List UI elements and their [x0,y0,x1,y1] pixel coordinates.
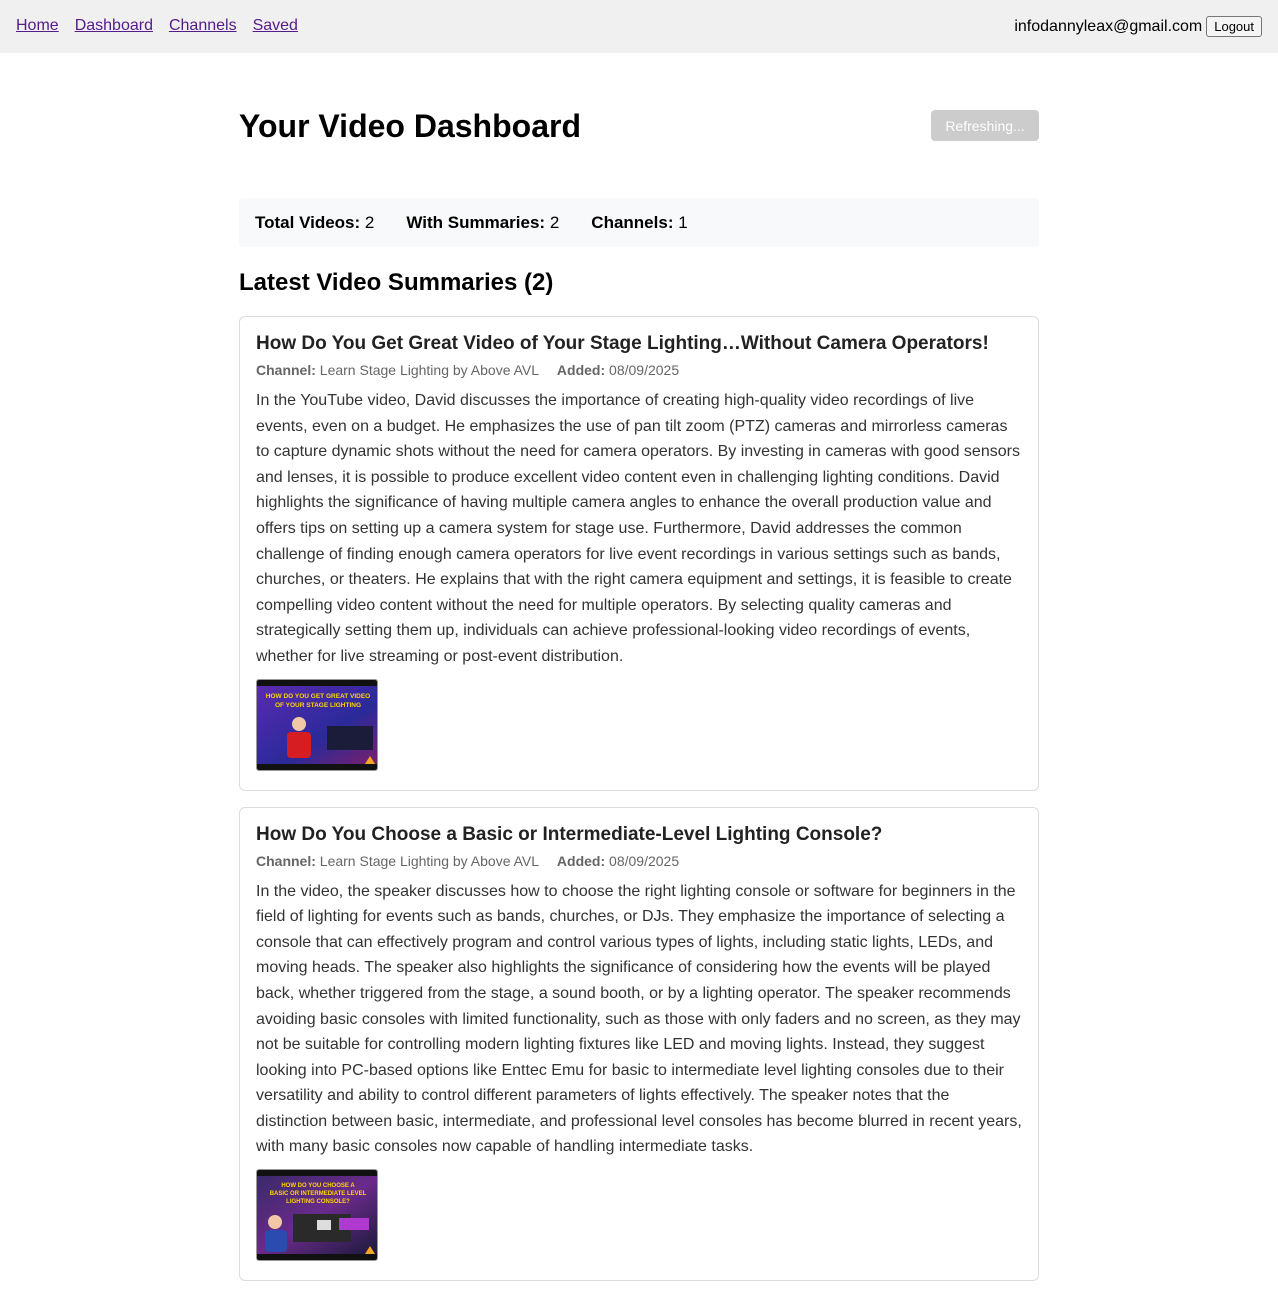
stat-summaries-value: 2 [549,212,560,232]
page-header: Your Video Dashboard Refreshing... [239,53,1039,198]
thumbnail-caption-line3: LIGHTING CONSOLE? [286,1199,350,1205]
video-thumbnail[interactable]: HOW DO YOU GET GREAT VIDEO OF YOUR STAGE… [256,678,378,771]
section-title: Latest Video Summaries (2) [239,269,554,296]
added-date: 08/09/2025 [609,852,680,869]
added-label: Added: [556,362,606,378]
nav-link-home[interactable]: Home [16,17,59,35]
thumbnail-image: HOW DO YOU CHOOSE A BASIC OR INTERMEDIAT… [257,1170,377,1261]
thumbnail-caption-line2: OF YOUR STAGE LIGHTING [275,702,361,709]
stat-channels: Channels: 1 [591,213,687,233]
stat-with-summaries: With Summaries: 2 [406,213,559,233]
stat-summaries-label: With Summaries: [406,212,546,232]
top-nav-bar: Home Dashboard Channels Saved infodannyl… [0,0,1278,53]
nav-link-dashboard[interactable]: Dashboard [75,17,153,35]
thumbnail-image: HOW DO YOU GET GREAT VIDEO OF YOUR STAGE… [257,679,377,770]
video-thumbnail[interactable]: HOW DO YOU CHOOSE A BASIC OR INTERMEDIAT… [256,1169,378,1262]
video-meta: Channel: Learn Stage Lighting by Above A… [256,853,1022,869]
main-content: Your Video Dashboard Refreshing... Total… [239,53,1039,1297]
page-title: Your Video Dashboard [239,108,581,144]
video-list: How Do You Get Great Video of Your Stage… [239,316,1039,1282]
stat-total-videos: Total Videos: 2 [255,213,374,233]
thumbnail-caption-line1: HOW DO YOU GET GREAT VIDEO [266,693,371,700]
nav-links: Home Dashboard Channels Saved [16,17,298,35]
stat-total-label: Total Videos: [255,212,361,232]
channel-label: Channel: [256,852,316,869]
video-summary: In the video, the speaker discusses how … [256,882,1022,1156]
nav-link-channels[interactable]: Channels [169,17,237,35]
thumbnail-caption-line1: HOW DO YOU CHOOSE A [281,1183,355,1189]
video-card: How Do You Get Great Video of Your Stage… [239,316,1039,791]
nav-link-saved[interactable]: Saved [253,17,298,35]
video-meta: Channel: Learn Stage Lighting by Above A… [256,362,1022,378]
stat-channels-label: Channels: [591,212,674,232]
video-title[interactable]: How Do You Choose a Basic or Intermediat… [256,824,1022,846]
added-label: Added: [556,852,606,869]
channel-label: Channel: [256,362,316,378]
user-email: infodannyleax@gmail.com [1014,17,1203,35]
video-summary: In the YouTube video, David discusses th… [256,392,1020,665]
channel-name: Learn Stage Lighting by Above AVL [319,852,540,869]
video-card: How Do You Choose a Basic or Intermediat… [239,806,1039,1282]
user-area: infodannyleax@gmail.com Logout [1014,16,1262,37]
stat-total-value: 2 [364,212,375,232]
refresh-button[interactable]: Refreshing... [931,110,1039,141]
stat-channels-value: 1 [678,212,688,232]
video-title[interactable]: How Do You Get Great Video of Your Stage… [256,333,1022,355]
stats-bar: Total Videos: 2 With Summaries: 2 Channe… [239,198,1039,247]
logout-button[interactable]: Logout [1206,16,1262,37]
thumbnail-caption-line2: BASIC OR INTERMEDIATE LEVEL [270,1191,367,1197]
channel-name: Learn Stage Lighting by Above AVL [319,362,540,378]
added-date: 08/09/2025 [609,362,680,378]
